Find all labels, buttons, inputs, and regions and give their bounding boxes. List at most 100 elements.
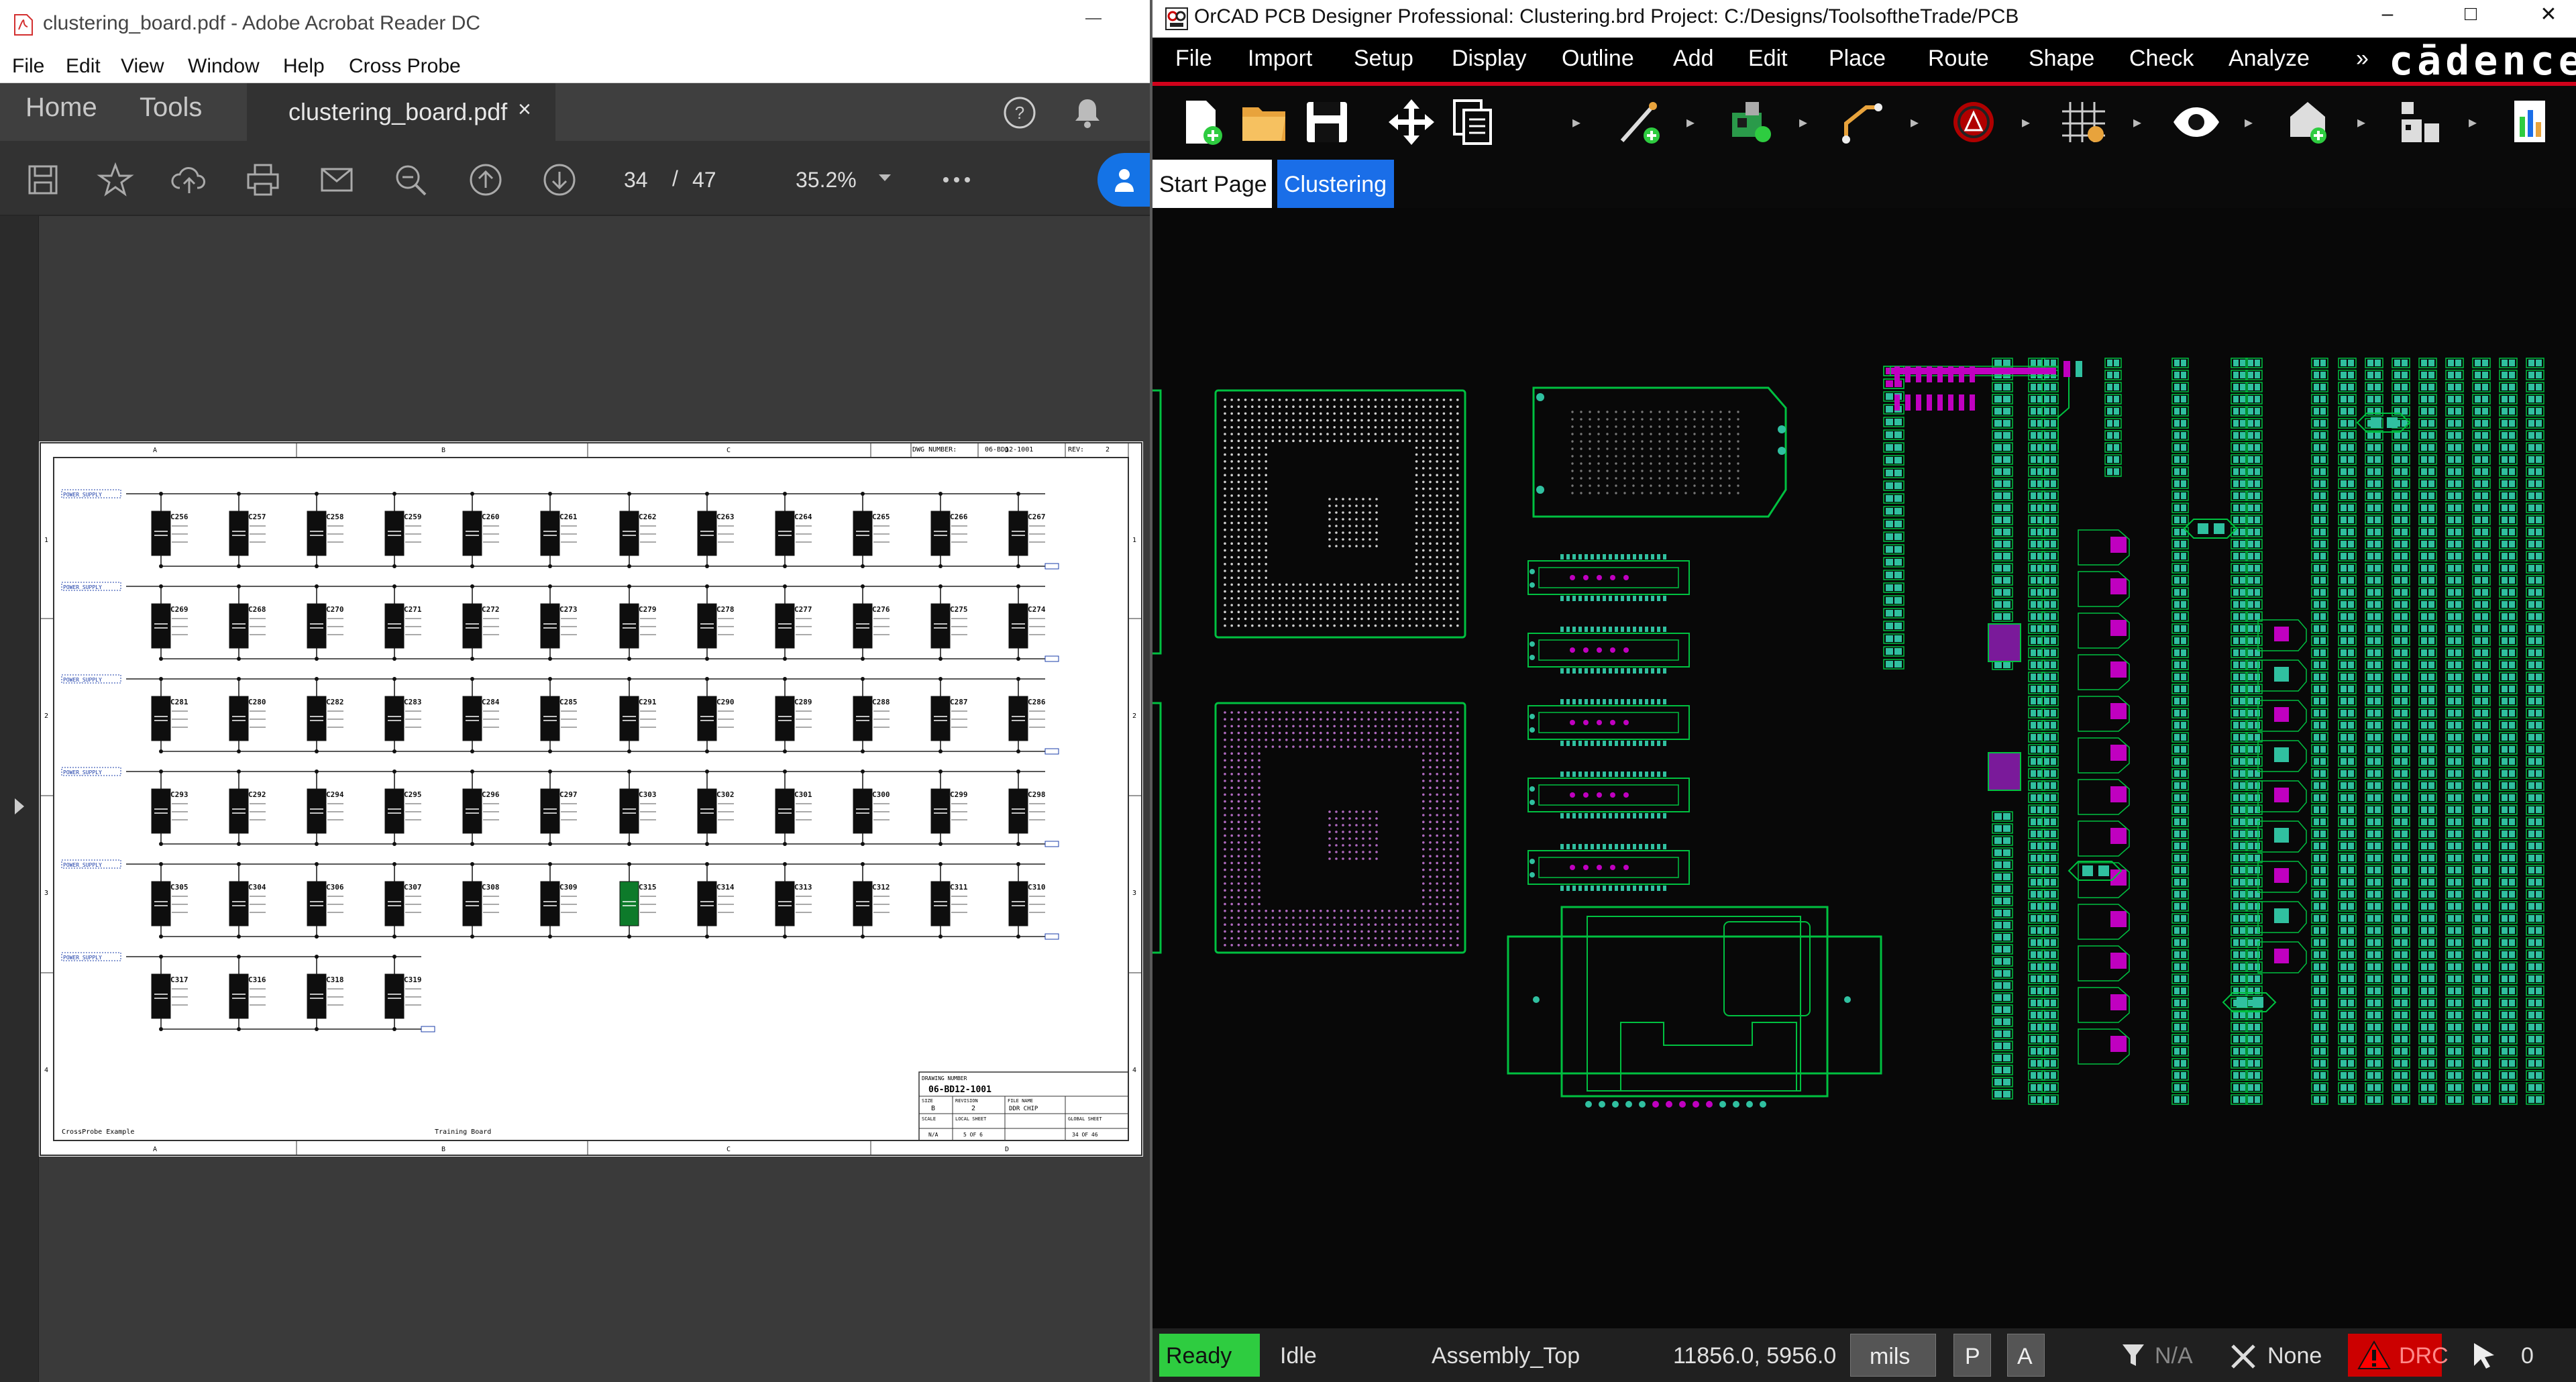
capacitor-symbol[interactable]: C305 [151,862,189,939]
help-icon[interactable]: ? [1002,95,1037,130]
capacitor-symbol[interactable]: C295 [384,769,422,846]
a-button[interactable]: A [2007,1334,2045,1377]
component-column[interactable] [1992,811,2013,1100]
capacitor-symbol[interactable]: C261 [540,492,578,568]
large-module[interactable] [1507,906,1882,1098]
route-icon[interactable] [1837,97,1888,148]
capacitor-symbol[interactable]: C259 [384,492,422,568]
capacitor-symbol[interactable]: C289 [775,677,812,753]
zoom-input[interactable]: 35.2% [796,168,857,193]
magenta-component[interactable] [2110,578,2127,594]
capacitor-symbol[interactable]: C284 [462,677,500,753]
p-button[interactable]: P [1953,1334,1991,1377]
magenta-component[interactable] [2110,786,2127,802]
units-button[interactable]: mils [1850,1334,1936,1377]
drc-button[interactable]: DRC [2348,1334,2449,1377]
tab-document[interactable]: clustering_board.pdf × [247,83,555,141]
magenta-component[interactable] [2274,908,2289,923]
magenta-component[interactable] [2110,911,2127,927]
copy-icon[interactable] [1448,97,1499,148]
menu-overflow[interactable]: » [2356,46,2369,72]
magenta-component[interactable] [2274,949,2289,963]
page-number-input[interactable]: 34 [624,168,648,193]
chevron-right-icon[interactable] [9,793,28,820]
capacitor-symbol[interactable]: C293 [151,769,189,846]
capacitor-symbol[interactable]: C315 [619,862,657,939]
capacitor-symbol[interactable]: C280 [229,677,266,753]
tab-tools[interactable]: Tools [140,93,202,123]
component-column[interactable] [2392,358,2410,1105]
menu-import[interactable]: Import [1248,46,1312,72]
toolbar-overflow[interactable]: ▸ [1799,113,1807,132]
close-tab-icon[interactable]: × [518,97,531,123]
teal-pad[interactable] [2237,997,2247,1008]
shape-add-icon[interactable] [2282,97,2333,148]
teal-pad[interactable] [2082,865,2093,876]
capacitor-symbol[interactable]: C304 [229,862,266,939]
magenta-component[interactable] [2110,869,2127,886]
capacitor-symbol[interactable]: C309 [540,862,578,939]
capacitor-symbol[interactable]: C267 [1008,492,1046,568]
menu-edit[interactable]: Edit [1748,46,1788,72]
toolbar-overflow[interactable]: ▸ [1572,113,1580,132]
capacitor-symbol[interactable]: C275 [930,584,968,661]
component-column[interactable] [1883,366,1904,670]
capacitor-symbol[interactable]: C273 [540,584,578,661]
navigation-pane-toggle[interactable] [0,216,39,1382]
magenta-component[interactable] [2110,1036,2127,1052]
component-column[interactable] [2418,358,2437,1105]
capacitor-symbol[interactable]: C279 [619,584,657,661]
magenta-component[interactable] [2110,953,2127,969]
capacitor-symbol[interactable]: C258 [307,492,344,568]
capacitor-symbol[interactable]: C307 [384,862,422,939]
capacitor-symbol[interactable]: C268 [229,584,266,661]
magenta-component[interactable] [2110,537,2127,553]
menu-cross-probe[interactable]: Cross Probe [349,55,461,78]
capacitor-symbol[interactable]: C262 [619,492,657,568]
small-connector[interactable] [1527,627,1690,674]
toolbar-overflow[interactable]: ▸ [1911,113,1919,132]
new-file-icon[interactable] [1177,97,1228,148]
menu-check[interactable]: Check [2129,46,2194,72]
zoom-out-icon[interactable] [392,161,429,199]
magenta-component[interactable] [2274,667,2289,682]
component-column[interactable] [2526,358,2544,1105]
capacitor-symbol[interactable]: C263 [697,492,735,568]
capacitor-symbol[interactable]: C281 [151,677,189,753]
purple-ic[interactable] [1988,623,2021,662]
tab-clustering[interactable]: Clustering [1277,160,1394,208]
menu-add[interactable]: Add [1673,46,1714,72]
capacitor-symbol[interactable]: C260 [462,492,500,568]
capacitor-symbol[interactable]: C317 [151,955,189,1031]
component-column[interactable] [2171,358,2189,1105]
report-icon[interactable] [2506,97,2557,148]
capacitor-symbol[interactable]: C274 [1008,584,1046,661]
magenta-component[interactable] [2274,828,2289,843]
capacitor-symbol[interactable]: C296 [462,769,500,846]
capacitor-symbol[interactable]: C299 [930,769,968,846]
mail-icon[interactable] [318,161,356,199]
toolbar-overflow[interactable]: ▸ [2133,113,2141,132]
menu-file[interactable]: File [1175,46,1212,72]
capacitor-symbol[interactable]: C298 [1008,769,1046,846]
menu-view[interactable]: View [121,55,164,78]
capacitor-symbol[interactable]: C291 [619,677,657,753]
capacitor-symbol[interactable]: C314 [697,862,735,939]
magenta-component[interactable] [2274,788,2289,802]
component-column[interactable] [2499,358,2518,1105]
tab-start-page[interactable]: Start Page [1152,160,1272,208]
magenta-component[interactable] [2110,828,2127,844]
magenta-component[interactable] [2274,627,2289,641]
capacitor-symbol[interactable]: C290 [697,677,735,753]
capacitor-symbol[interactable]: C303 [619,769,657,846]
magenta-component[interactable] [2274,747,2289,762]
menu-display[interactable]: Display [1452,46,1526,72]
toolbar-overflow[interactable]: ▸ [1686,113,1695,132]
more-icon[interactable] [936,161,977,199]
small-connector[interactable] [1527,554,1690,601]
active-layer[interactable]: Assembly_Top [1432,1343,1580,1369]
magenta-component[interactable] [2274,868,2289,883]
menu-setup[interactable]: Setup [1354,46,1413,72]
capacitor-symbol[interactable]: C308 [462,862,500,939]
bell-icon[interactable] [1071,95,1104,130]
